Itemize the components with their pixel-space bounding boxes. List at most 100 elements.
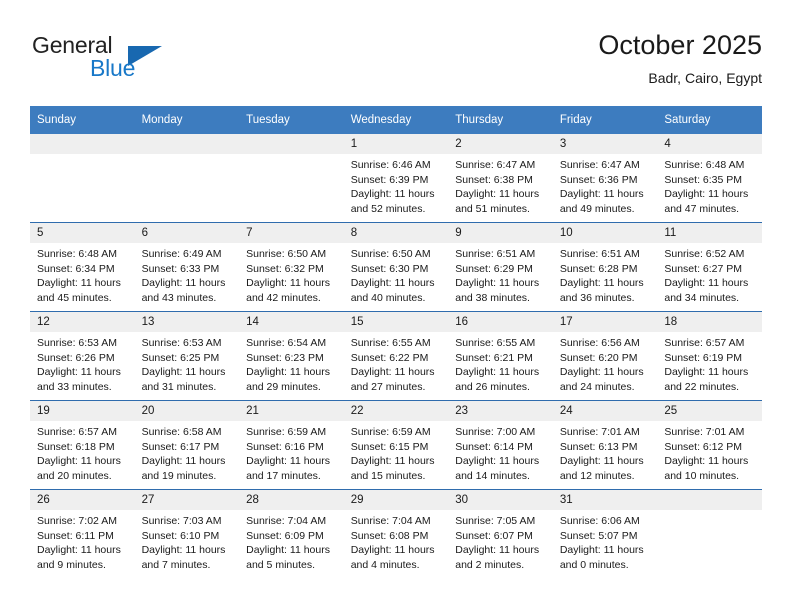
day-details: Sunrise: 6:59 AM Sunset: 6:16 PM Daylight:… xyxy=(239,421,344,483)
day-details: Sunrise: 6:50 AM Sunset: 6:30 PM Daylight:… xyxy=(344,243,449,305)
day-cell[interactable]: 12 Sunrise: 6:53 AM Sunset: 6:26 PM Dayligh… xyxy=(30,311,135,401)
day-cell[interactable]: 20 Sunrise: 6:58 AM Sunset: 6:17 PM Dayligh… xyxy=(134,400,240,490)
day-number xyxy=(134,134,240,154)
weekday-header-monday: Monday xyxy=(134,106,240,134)
day-details: Sunrise: 6:47 AM Sunset: 6:36 PM Daylight:… xyxy=(553,154,658,216)
day-detail-line: Sunset: 6:25 PM xyxy=(141,351,220,364)
day-detail-line: Sunset: 6:35 PM xyxy=(664,173,743,186)
day-cell[interactable]: 30 Sunrise: 7:05 AM Sunset: 6:07 PM Dayligh… xyxy=(448,489,553,578)
day-cell[interactable]: 19 Sunrise: 6:57 AM Sunset: 6:18 PM Dayligh… xyxy=(30,400,135,490)
day-detail-line: Sunset: 6:33 PM xyxy=(141,262,220,275)
day-cell[interactable]: 14 Sunrise: 6:54 AM Sunset: 6:23 PM Dayligh… xyxy=(239,311,344,401)
day-cell[interactable]: 7 Sunrise: 6:50 AM Sunset: 6:32 PM Daylight… xyxy=(239,222,344,312)
day-cell[interactable]: 23 Sunrise: 7:00 AM Sunset: 6:14 PM Dayligh… xyxy=(448,400,553,490)
day-cell[interactable]: 9 Sunrise: 6:51 AM Sunset: 6:29 PM Daylight… xyxy=(448,222,553,312)
day-cell[interactable]: 29 Sunrise: 7:04 AM Sunset: 6:08 PM Dayligh… xyxy=(343,489,449,578)
day-detail-line: Sunrise: 7:01 AM xyxy=(559,426,640,438)
generalblue-logo[interactable]: General Blue xyxy=(30,28,260,86)
day-detail-line: and 29 minutes. xyxy=(246,380,321,393)
day-detail-line: and 4 minutes. xyxy=(350,558,420,571)
day-detail-line: Sunrise: 6:59 AM xyxy=(246,426,327,438)
day-detail-line: Sunrise: 7:05 AM xyxy=(455,515,536,527)
day-detail-line: and 2 minutes. xyxy=(455,558,525,571)
day-detail-line: and 36 minutes. xyxy=(559,291,635,304)
day-details: Sunrise: 6:52 AM Sunset: 6:27 PM Daylight:… xyxy=(657,243,762,305)
day-detail-line: Daylight: 11 hours xyxy=(246,366,330,379)
day-details: Sunrise: 6:06 AM Sunset: 5:07 PM Daylight:… xyxy=(553,510,658,572)
day-cell[interactable]: 3 Sunrise: 6:47 AM Sunset: 6:36 PM Daylight… xyxy=(552,134,658,223)
day-detail-line: Sunset: 6:14 PM xyxy=(455,440,533,453)
day-detail-line: Sunset: 6:12 PM xyxy=(664,440,743,453)
day-detail-line: Daylight: 11 hours xyxy=(559,188,644,201)
day-number: 9 xyxy=(448,223,553,243)
day-detail-line: Daylight: 11 hours xyxy=(455,366,540,379)
day-cell[interactable]: 22 Sunrise: 6:59 AM Sunset: 6:15 PM Dayligh… xyxy=(343,400,449,490)
day-cell[interactable]: 26 Sunrise: 7:02 AM Sunset: 6:11 PM Dayligh… xyxy=(30,489,135,578)
day-details: Sunrise: 7:00 AM Sunset: 6:14 PM Daylight:… xyxy=(448,421,553,483)
day-detail-line: and 7 minutes. xyxy=(141,558,211,571)
day-detail-line: Daylight: 11 hours xyxy=(559,277,644,290)
day-detail-line: Sunset: 6:39 PM xyxy=(350,173,429,186)
day-detail-line: Daylight: 11 hours xyxy=(37,277,121,290)
day-number: 25 xyxy=(657,401,762,421)
day-detail-line: Sunset: 6:17 PM xyxy=(141,440,220,453)
day-cell[interactable]: 15 Sunrise: 6:55 AM Sunset: 6:22 PM Dayligh… xyxy=(343,311,449,401)
day-cell[interactable]: 31 Sunrise: 6:06 AM Sunset: 5:07 PM Dayligh… xyxy=(552,489,658,578)
day-detail-line: Daylight: 11 hours xyxy=(664,277,749,290)
day-number: 4 xyxy=(657,134,762,154)
day-detail-line: Daylight: 11 hours xyxy=(37,544,121,557)
day-cell[interactable]: 16 Sunrise: 6:55 AM Sunset: 6:21 PM Dayligh… xyxy=(448,311,553,401)
day-cell[interactable]: 5 Sunrise: 6:48 AM Sunset: 6:34 PM Daylight… xyxy=(30,222,135,312)
day-number: 19 xyxy=(30,401,135,421)
week-row: 5 Sunrise: 6:48 AM Sunset: 6:34 PM Daylight… xyxy=(30,222,762,312)
day-cell-empty xyxy=(657,489,762,578)
page-title: October 2025 xyxy=(598,30,762,60)
day-number: 30 xyxy=(448,490,553,510)
weekday-header-thursday: Thursday xyxy=(448,106,553,134)
day-detail-line: Daylight: 11 hours xyxy=(559,366,644,379)
day-details: Sunrise: 6:57 AM Sunset: 6:18 PM Daylight:… xyxy=(30,421,135,483)
day-details: Sunrise: 6:50 AM Sunset: 6:32 PM Daylight:… xyxy=(239,243,344,305)
day-details: Sunrise: 6:48 AM Sunset: 6:34 PM Daylight:… xyxy=(30,243,135,305)
day-cell[interactable]: 1 Sunrise: 6:46 AM Sunset: 6:39 PM Daylight… xyxy=(343,134,449,223)
day-detail-line: and 14 minutes. xyxy=(455,469,530,482)
day-detail-line: Sunrise: 6:55 AM xyxy=(455,337,536,349)
day-detail-line: Sunset: 6:13 PM xyxy=(559,440,638,453)
day-detail-line: Sunset: 6:34 PM xyxy=(37,262,115,275)
day-cell[interactable]: 2 Sunrise: 6:47 AM Sunset: 6:38 PM Daylight… xyxy=(448,134,553,223)
day-detail-line: Sunset: 6:30 PM xyxy=(350,262,429,275)
weekday-header-saturday: Saturday xyxy=(657,106,762,134)
day-detail-line: Sunrise: 6:50 AM xyxy=(246,248,327,260)
day-cell[interactable]: 24 Sunrise: 7:01 AM Sunset: 6:13 PM Dayligh… xyxy=(552,400,658,490)
day-detail-line: Daylight: 11 hours xyxy=(350,277,435,290)
day-cell[interactable]: 8 Sunrise: 6:50 AM Sunset: 6:30 PM Daylight… xyxy=(343,222,449,312)
day-detail-line: and 45 minutes. xyxy=(37,291,112,304)
day-detail-line: Daylight: 11 hours xyxy=(350,188,435,201)
day-cell[interactable]: 17 Sunrise: 6:56 AM Sunset: 6:20 PM Dayligh… xyxy=(552,311,658,401)
day-detail-line: Daylight: 11 hours xyxy=(37,366,121,379)
day-detail-line: Sunset: 6:07 PM xyxy=(455,529,533,542)
calendar-page: General Blue October 2025 Badr, Cairo, E… xyxy=(0,0,792,612)
day-cell[interactable]: 6 Sunrise: 6:49 AM Sunset: 6:33 PM Daylight… xyxy=(134,222,240,312)
day-cell[interactable]: 4 Sunrise: 6:48 AM Sunset: 6:35 PM Daylight… xyxy=(657,134,762,223)
day-cell[interactable]: 21 Sunrise: 6:59 AM Sunset: 6:16 PM Dayligh… xyxy=(239,400,344,490)
day-detail-line: Sunrise: 6:48 AM xyxy=(37,248,117,260)
day-cell[interactable]: 25 Sunrise: 7:01 AM Sunset: 6:12 PM Dayligh… xyxy=(657,400,762,490)
day-detail-line: and 34 minutes. xyxy=(664,291,740,304)
day-cell[interactable]: 11 Sunrise: 6:52 AM Sunset: 6:27 PM Dayligh… xyxy=(657,222,762,312)
day-detail-line: Daylight: 11 hours xyxy=(141,544,226,557)
day-detail-line: and 49 minutes. xyxy=(559,202,635,215)
day-cell[interactable]: 28 Sunrise: 7:04 AM Sunset: 6:09 PM Dayligh… xyxy=(239,489,344,578)
day-number: 14 xyxy=(239,312,344,332)
day-detail-line: and 19 minutes. xyxy=(141,469,217,482)
day-detail-line: Sunset: 6:26 PM xyxy=(37,351,115,364)
day-cell[interactable]: 27 Sunrise: 7:03 AM Sunset: 6:10 PM Dayligh… xyxy=(134,489,240,578)
day-cell[interactable]: 10 Sunrise: 6:51 AM Sunset: 6:28 PM Dayligh… xyxy=(552,222,658,312)
day-details: Sunrise: 6:49 AM Sunset: 6:33 PM Daylight:… xyxy=(135,243,240,305)
day-cell[interactable]: 18 Sunrise: 6:57 AM Sunset: 6:19 PM Dayligh… xyxy=(657,311,762,401)
day-detail-line: Daylight: 11 hours xyxy=(455,277,540,290)
day-details: Sunrise: 7:05 AM Sunset: 6:07 PM Daylight:… xyxy=(448,510,553,572)
day-cell[interactable]: 13 Sunrise: 6:53 AM Sunset: 6:25 PM Dayligh… xyxy=(134,311,240,401)
day-detail-line: Daylight: 11 hours xyxy=(350,544,435,557)
brand-name-blue: Blue xyxy=(90,55,136,81)
